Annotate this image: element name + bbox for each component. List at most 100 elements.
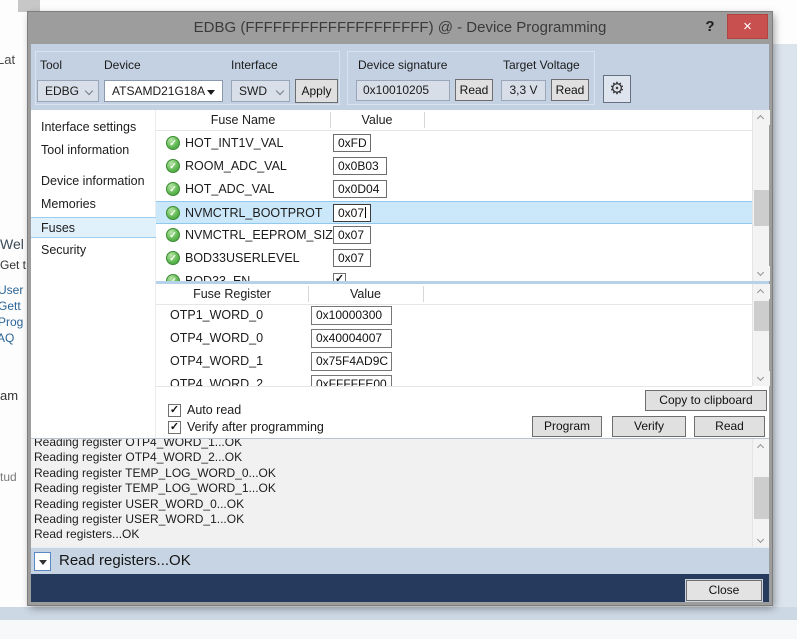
device-signature-label: Device signature [358, 58, 447, 72]
status-bar: Read registers...OK [31, 547, 769, 574]
titlebar[interactable]: EDBG (FFFFFFFFFFFFFFFFFFFF) @ - Device P… [28, 12, 772, 44]
fuse-value-input[interactable]: 0xFD [333, 134, 371, 152]
settings-gear-button[interactable]: ⚙ [603, 75, 631, 103]
scroll-up-button[interactable] [753, 110, 770, 125]
fuse-row-nvmctrl_bootprot[interactable]: ✓NVMCTRL_BOOTPROT0x07 [156, 201, 752, 224]
register-name: OTP4_WORD_0 [170, 331, 263, 345]
signature-read-button[interactable]: Read [455, 79, 493, 101]
status-ok-icon: ✓ [166, 206, 180, 220]
background-window-chip [18, 0, 40, 12]
register-table-scrollbar[interactable] [752, 284, 769, 386]
read-button[interactable]: Read [694, 416, 765, 437]
help-icon[interactable]: ? [700, 18, 720, 35]
background-text-fragment: am [0, 388, 18, 403]
register-value-input[interactable]: 0x40004007 [311, 329, 392, 348]
device-select[interactable]: ATSAMD21G18A [104, 80, 223, 102]
apply-button[interactable]: Apply [295, 79, 338, 103]
fuse-value-input[interactable]: 0x0B03 [333, 157, 387, 175]
log-line: Reading register USER_WORD_1...OK [31, 512, 769, 527]
interface-label: Interface [231, 58, 278, 72]
fuse-name: BOD33USERLEVEL [185, 251, 300, 265]
register-value-header: Value [308, 284, 423, 304]
scroll-down-button[interactable] [753, 266, 770, 281]
scroll-up-button[interactable] [753, 439, 769, 454]
fuse-row-hot_adc_val[interactable]: ✓ HOT_ADC_VAL 0x0D04 [156, 178, 752, 201]
scroll-down-button[interactable] [753, 371, 770, 386]
register-row-otp1_word_0[interactable]: OTP1_WORD_00x10000300 [156, 304, 752, 327]
status-expand-button[interactable] [34, 552, 51, 571]
fuse-table-scrollbar[interactable] [752, 110, 769, 281]
sidebar-item-device-information[interactable]: Device information [31, 171, 156, 192]
auto-read-label: Auto read [187, 403, 241, 417]
verify-after-programming-checkbox[interactable]: ✓ [168, 421, 181, 434]
close-button[interactable]: Close [686, 580, 762, 601]
status-ok-icon: ✓ [166, 182, 180, 196]
device-value: ATSAMD21G18A [112, 84, 205, 98]
voltage-read-button[interactable]: Read [551, 79, 589, 101]
register-value-input[interactable]: 0xFFFFFE00 [311, 375, 392, 386]
tool-select[interactable]: EDBG [37, 80, 99, 102]
auto-read-checkbox[interactable]: ✓ [168, 404, 181, 417]
sidebar-item-tool-information[interactable]: Tool information [31, 140, 156, 161]
copy-to-clipboard-button[interactable]: Copy to clipboard [645, 390, 767, 411]
device-programming-dialog: EDBG (FFFFFFFFFFFFFFFFFFFF) @ - Device P… [28, 12, 772, 605]
fuse-name: HOT_ADC_VAL [185, 182, 274, 196]
register-value-input[interactable]: 0x75F4AD9C [311, 352, 392, 371]
scrollbar-thumb[interactable] [754, 190, 769, 226]
target-voltage-label: Target Voltage [503, 58, 580, 72]
sidebar-item-memories[interactable]: Memories [31, 194, 156, 215]
fuse-row-room_adc_val[interactable]: ✓ROOM_ADC_VAL0x0B03 [156, 155, 752, 178]
fuse-row-nvmctrl_eeprom_size[interactable]: ✓NVMCTRL_EEPROM_SIZE0x07 [156, 224, 752, 247]
scrollbar-thumb[interactable] [754, 301, 769, 331]
fuse-row-bod33userlevel[interactable]: ✓BOD33USERLEVEL0x07 [156, 247, 752, 270]
fuse-value-checkbox[interactable]: ✓ [333, 273, 346, 281]
fuse-name-header: Fuse Name [156, 110, 330, 130]
fuse-value-input[interactable]: 0x07 [333, 249, 371, 267]
fuse-value-input[interactable]: 0x0D04 [333, 180, 387, 198]
background-text-fragment: AQ [0, 331, 14, 345]
log-scrollbar[interactable] [752, 439, 769, 547]
register-row-otp4_word_0[interactable]: OTP4_WORD_0 0x40004007 [156, 327, 752, 350]
chevron-down-icon [757, 536, 764, 543]
chevron-down-icon [85, 87, 93, 95]
interface-select[interactable]: SWD [231, 80, 290, 102]
background-text-fragment: Prog [0, 315, 23, 329]
sidebar-item-security[interactable]: Security [31, 240, 156, 261]
device-signature-field[interactable]: 0x10010205 [356, 80, 450, 101]
status-ok-icon: ✓ [166, 274, 180, 281]
scroll-down-button[interactable] [753, 533, 769, 547]
fuse-row-bod33_en[interactable]: ✓BOD33_EN✓ [156, 270, 752, 281]
verify-button[interactable]: Verify [612, 416, 686, 437]
fuse-value-input[interactable]: 0x07 [333, 204, 371, 222]
log-panel[interactable]: Reading register OTP4_WORD_1...OKReading… [31, 438, 769, 547]
log-line: Reading register USER_WORD_0...OK [31, 497, 769, 512]
background-text-fragment: Get t [0, 258, 26, 272]
header-separator [330, 112, 331, 128]
register-value-input[interactable]: 0x10000300 [311, 306, 392, 325]
status-message: Read registers...OK [59, 552, 191, 569]
scroll-up-button[interactable] [753, 284, 770, 299]
fuse-register-table: Fuse Register Value OTP1_WORD_00x1000030… [156, 284, 752, 386]
sidebar-item-fuses[interactable]: Fuses [31, 217, 156, 238]
scrollbar-thumb[interactable] [754, 477, 769, 519]
verify-after-programming-label: Verify after programming [187, 420, 324, 434]
fuse-name: ROOM_ADC_VAL [185, 159, 287, 173]
fuse-value-input[interactable]: 0x07 [333, 226, 371, 244]
sidebar-item-interface-settings[interactable]: Interface settings [31, 117, 156, 138]
register-name: OTP4_WORD_2 [170, 377, 263, 386]
dropdown-arrow-icon [207, 90, 215, 95]
target-voltage-field[interactable]: 3,3 V [501, 80, 546, 101]
chevron-up-icon [757, 444, 764, 451]
chevron-down-icon [757, 374, 764, 381]
register-row-otp4_word_2[interactable]: OTP4_WORD_2 0xFFFFFE00 [156, 373, 752, 386]
close-icon: × [743, 18, 752, 35]
background-text-fragment: Wel [0, 236, 24, 252]
tool-value: EDBG [45, 84, 79, 98]
fuse-register-header: Fuse Register [156, 284, 308, 304]
log-lines: Reading register OTP4_WORD_1...OKReading… [31, 438, 769, 543]
program-button[interactable]: Program [532, 416, 602, 437]
fuse-row-hot_int1v_val[interactable]: ✓HOT_INT1V_VAL0xFD [156, 132, 752, 155]
fuse-value-header: Value [330, 110, 424, 130]
window-close-button[interactable]: × [727, 14, 768, 39]
register-row-otp4_word_1[interactable]: OTP4_WORD_10x75F4AD9C [156, 350, 752, 373]
